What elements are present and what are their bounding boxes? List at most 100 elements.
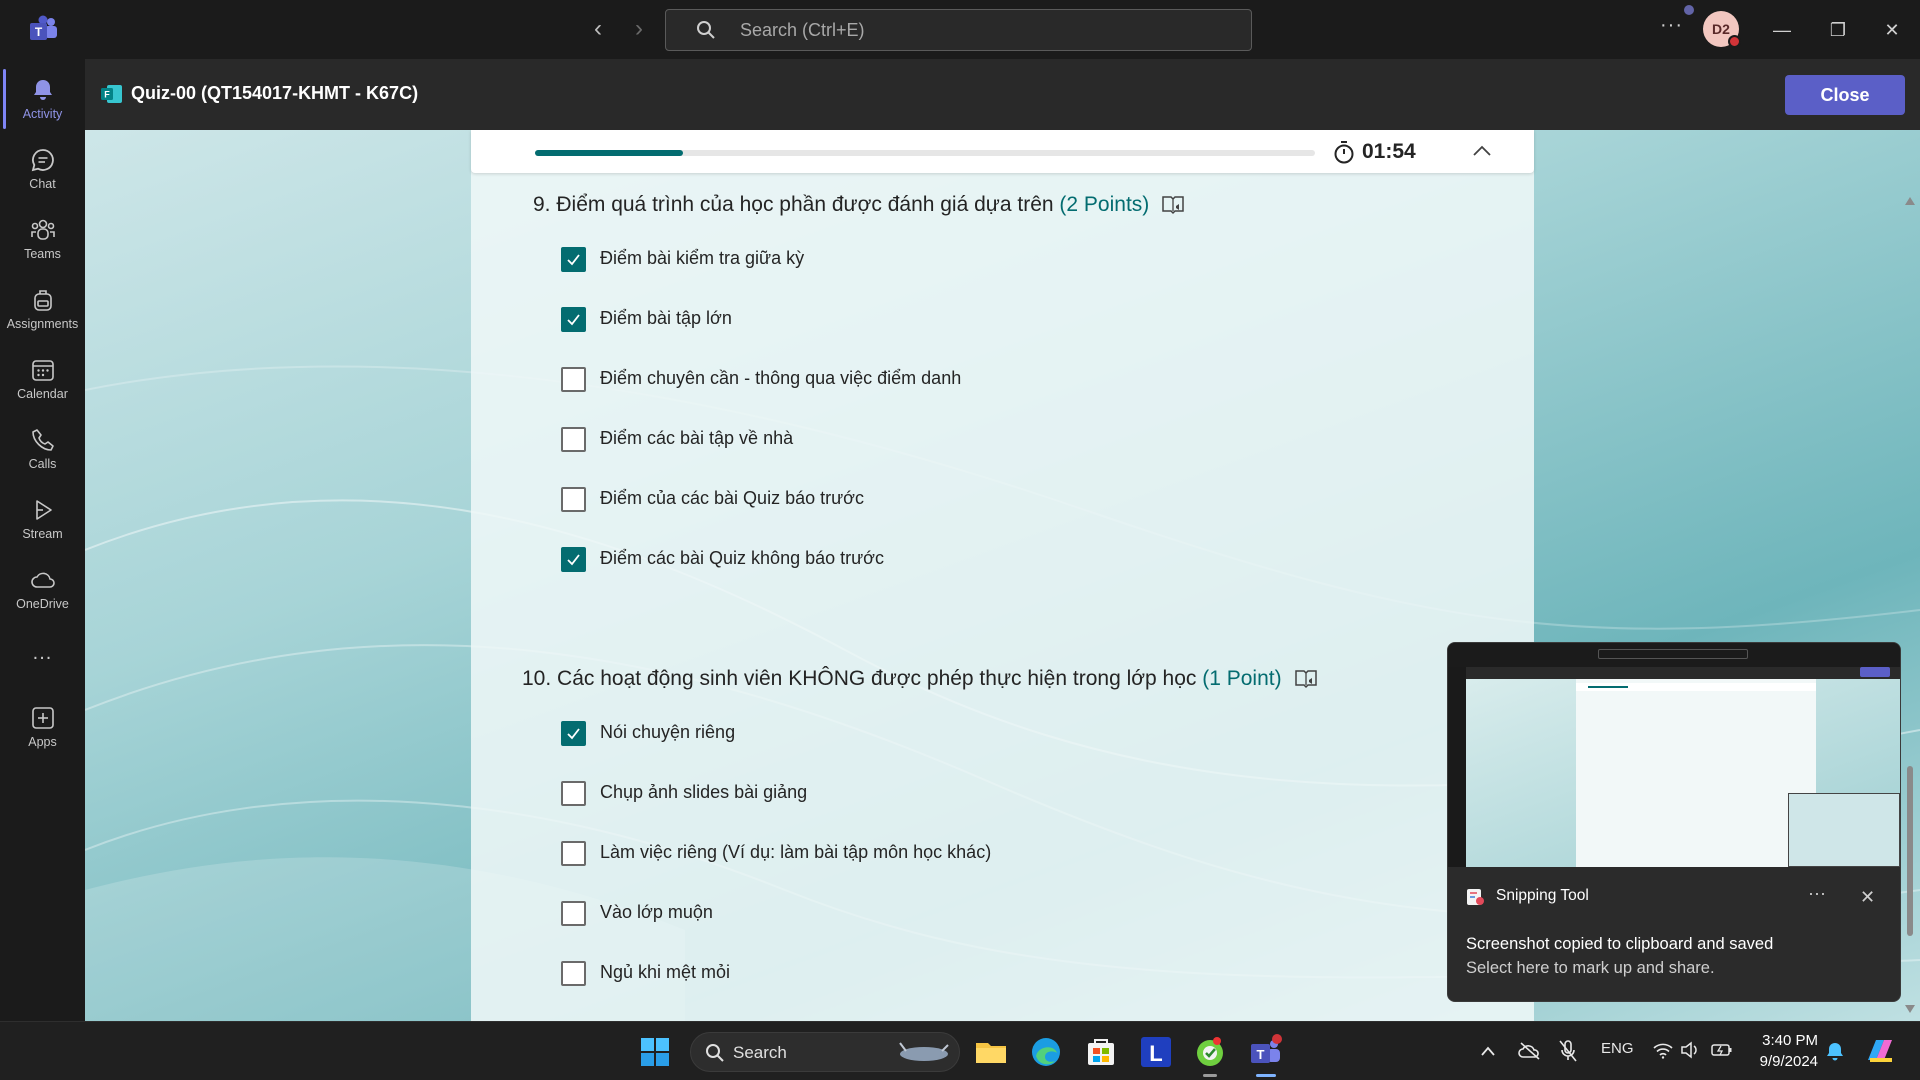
taskbar-search[interactable]: Search (690, 1032, 960, 1072)
clock-time[interactable]: 3:40 PM (1758, 1032, 1818, 1049)
teams-taskbar-icon[interactable]: T (1247, 1034, 1283, 1070)
rail-item-label: Stream (22, 527, 63, 541)
rail-item-calls[interactable]: Calls (0, 419, 85, 483)
option-label: Vào lớp muộn (600, 902, 713, 922)
option-label: Điểm chuyên cần - thông qua việc điểm da… (600, 368, 962, 388)
restore-icon[interactable]: ❐ (1820, 12, 1856, 48)
rail-item-activity[interactable]: Activity (0, 69, 85, 133)
app-header: F Quiz-00 (QT154017-KHMT - K67C) Close (85, 59, 1920, 130)
minimize-icon[interactable]: — (1764, 12, 1800, 48)
question-points: (1 Point) (1202, 667, 1282, 690)
rail-item-label: Calendar (17, 387, 68, 401)
forward-arrow-icon[interactable]: › (624, 14, 654, 44)
avatar[interactable]: D2 (1703, 11, 1741, 48)
forms-app-icon: F (101, 85, 122, 103)
checkbox-unchecked[interactable] (561, 427, 586, 452)
rail-item-teams[interactable]: Teams (0, 209, 85, 273)
checkbox-checked[interactable] (561, 547, 586, 572)
option-label: Điểm của các bài Quiz báo trước (600, 488, 864, 508)
rail-item-assignments[interactable]: Assignments (0, 279, 85, 343)
option-label: Chụp ảnh slides bài giảng (600, 782, 808, 802)
back-arrow-icon[interactable]: ‹ (583, 14, 613, 44)
rail-item-label: Activity (22, 107, 63, 121)
taskbar: Search L T ENG 3:40 PM 9/9/2024 (0, 1021, 1920, 1080)
rail-item-calendar[interactable]: Calendar (0, 349, 85, 413)
snipping-tool-notification[interactable]: Snipping Tool ··· ✕ Screenshot copied to… (1447, 642, 1901, 1002)
presence-busy-icon (1728, 35, 1741, 48)
option-label: Điểm bài kiểm tra giữa kỳ (600, 248, 805, 268)
scroll-thumb[interactable] (1907, 766, 1913, 936)
teams-logo-icon[interactable]: T (28, 15, 58, 43)
language-indicator[interactable]: ENG (1601, 1040, 1634, 1057)
green-app-icon[interactable] (1192, 1034, 1228, 1070)
rail-item-apps[interactable]: Apps (0, 697, 85, 761)
wifi-icon[interactable] (1652, 1041, 1674, 1059)
rail-more-button[interactable]: ... (0, 634, 85, 674)
checkbox-unchecked[interactable] (561, 841, 586, 866)
checkbox-unchecked[interactable] (561, 367, 586, 392)
rail-item-onedrive[interactable]: OneDrive (0, 559, 85, 623)
toast-title: Screenshot copied to clipboard and saved (1466, 935, 1774, 953)
rail-item-label: Calls (28, 457, 57, 471)
title-bar: T ‹ › ··· D2 — ❐ ✕ (0, 0, 1920, 59)
scrollbar[interactable] (1900, 192, 1920, 1021)
close-window-icon[interactable]: ✕ (1874, 12, 1910, 48)
checkbox-unchecked[interactable] (561, 961, 586, 986)
checkbox-checked[interactable] (561, 307, 586, 332)
taskbar-search-label: Search (733, 1043, 787, 1062)
calendar-icon (31, 360, 54, 381)
screenshot-preview[interactable] (1448, 643, 1900, 867)
checkbox-checked[interactable] (561, 247, 586, 272)
volume-icon[interactable] (1680, 1041, 1700, 1059)
option-label: Nói chuyện riêng (600, 722, 736, 742)
file-explorer-icon[interactable] (973, 1034, 1009, 1070)
bell-icon (33, 80, 52, 100)
progress-track (535, 150, 1315, 156)
question-title: 9. Điểm quá trình của học phần được đánh… (533, 193, 1185, 217)
checkbox-unchecked[interactable] (561, 487, 586, 512)
scroll-down-icon[interactable] (1904, 1004, 1916, 1014)
close-icon[interactable]: ✕ (1860, 887, 1875, 908)
rail-item-label: OneDrive (16, 597, 69, 611)
option-label: Làm việc riêng (Ví dụ: làm bài tập môn h… (600, 842, 992, 862)
copilot-icon[interactable] (1864, 1036, 1896, 1066)
checkbox-checked[interactable] (561, 721, 586, 746)
rail-item-chat[interactable]: Chat (0, 139, 85, 203)
chevron-up-icon[interactable] (1471, 140, 1493, 162)
clock-date[interactable]: 9/9/2024 (1738, 1053, 1818, 1070)
checkbox-unchecked[interactable] (561, 781, 586, 806)
option-label: Điểm bài tập lớn (600, 308, 732, 328)
more-options-icon[interactable]: ··· (1660, 14, 1683, 37)
microphone-muted-icon[interactable] (1558, 1039, 1578, 1063)
timer-icon (1334, 141, 1354, 164)
checkbox-unchecked[interactable] (561, 901, 586, 926)
option-label: Điểm các bài Quiz không báo trước (600, 548, 884, 568)
search-box[interactable] (665, 9, 1252, 51)
battery-icon[interactable] (1710, 1041, 1734, 1059)
l-app-icon[interactable]: L (1138, 1034, 1174, 1070)
onedrive-offline-icon[interactable] (1518, 1041, 1542, 1061)
search-input[interactable] (740, 18, 1220, 42)
running-indicator (1203, 1074, 1217, 1077)
immersive-reader-icon[interactable] (1294, 668, 1318, 690)
scroll-up-icon[interactable] (1904, 196, 1916, 206)
backpack-icon (33, 290, 52, 311)
windows-start-icon[interactable] (637, 1034, 673, 1070)
rail-item-label: Chat (29, 177, 56, 191)
svg-text:T: T (1257, 1047, 1265, 1062)
rail-item-label: Assignments (6, 317, 79, 331)
page-title: Quiz-00 (QT154017-KHMT - K67C) (131, 83, 419, 103)
question-number: 9. (533, 193, 551, 216)
notification-bell-icon[interactable] (1825, 1041, 1845, 1063)
svg-text:L: L (1149, 1041, 1162, 1066)
chevron-up-icon[interactable] (1480, 1044, 1496, 1058)
chat-icon (31, 149, 54, 172)
immersive-reader-icon[interactable] (1161, 194, 1185, 216)
microsoft-store-icon[interactable] (1083, 1034, 1119, 1070)
edge-browser-icon[interactable] (1028, 1034, 1064, 1070)
teams-icon (30, 219, 55, 240)
checkmark-icon (567, 314, 580, 326)
more-options-icon[interactable]: ··· (1808, 883, 1826, 904)
rail-item-stream[interactable]: Stream (0, 489, 85, 553)
close-button[interactable]: Close (1785, 75, 1905, 115)
